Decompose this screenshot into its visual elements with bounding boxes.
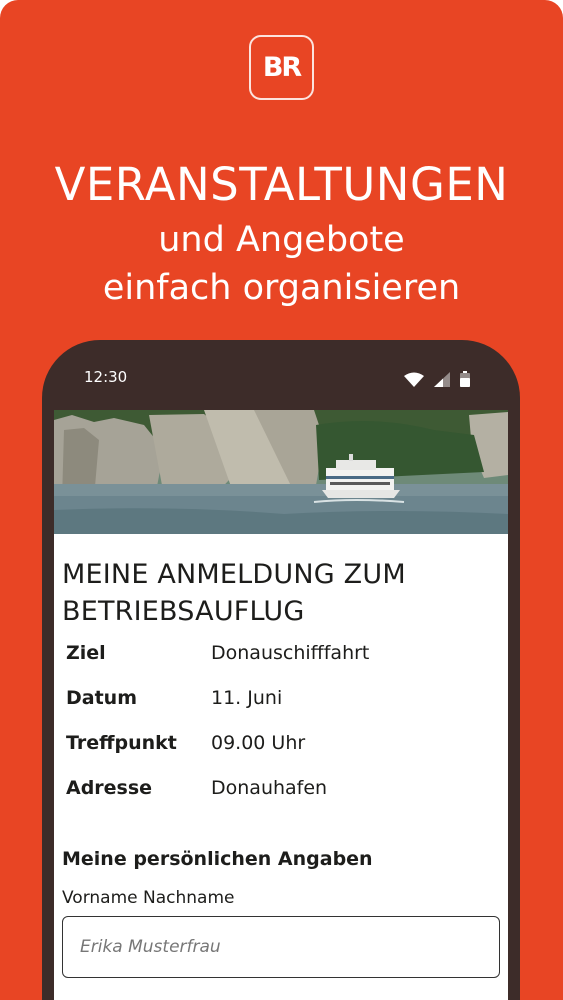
app-logo: BR	[249, 35, 314, 100]
detail-label: Ziel	[66, 642, 106, 664]
detail-value: Donauschifffahrt	[211, 642, 370, 664]
signal-icon	[434, 372, 450, 387]
detail-row-address: Adresse Donauhafen	[66, 777, 496, 822]
battery-icon	[460, 371, 470, 387]
form-title: MEINE ANMELDUNG ZUM BETRIEBSAUFLUG	[62, 556, 502, 630]
promo-headline: VERANSTALTUNGEN	[54, 158, 509, 211]
event-details: Ziel Donauschifffahrt Datum 11. Juni Tre…	[66, 642, 496, 822]
phone-mockup: 12:30 MEINE ANMELDUNG ZUM BETRIEBSAUFLUG…	[42, 340, 520, 1000]
detail-value: Donauhafen	[211, 777, 328, 799]
form-title-line: BETRIEBSAUFLUG	[62, 596, 305, 627]
status-icons	[404, 371, 470, 387]
detail-label: Adresse	[66, 777, 153, 799]
status-time: 12:30	[84, 368, 128, 386]
form-title-line: MEINE ANMELDUNG ZUM	[62, 559, 406, 590]
personal-details-heading: Meine persönlichen Angaben	[62, 848, 373, 870]
promo-subline: und Angebote	[158, 220, 405, 260]
detail-row-meeting-point: Treffpunkt 09.00 Uhr	[66, 732, 496, 777]
app-screen[interactable]: MEINE ANMELDUNG ZUM BETRIEBSAUFLUG Ziel …	[54, 410, 508, 1000]
promo-subline: einfach organisieren	[102, 268, 461, 308]
detail-row-date: Datum 11. Juni	[66, 687, 496, 732]
status-bar: 12:30	[42, 340, 520, 410]
name-input[interactable]	[62, 916, 500, 978]
name-field-label: Vorname Nachname	[62, 888, 235, 908]
detail-row-destination: Ziel Donauschifffahrt	[66, 642, 496, 687]
detail-value: 09.00 Uhr	[211, 732, 306, 754]
detail-label: Datum	[66, 687, 137, 709]
promo-background: BR VERANSTALTUNGEN und Angebote einfach …	[0, 0, 563, 1000]
hero-image	[54, 410, 508, 534]
detail-value: 11. Juni	[211, 687, 283, 709]
wifi-icon	[404, 372, 424, 387]
logo-text: BR	[262, 52, 302, 83]
detail-label: Treffpunkt	[66, 732, 177, 754]
